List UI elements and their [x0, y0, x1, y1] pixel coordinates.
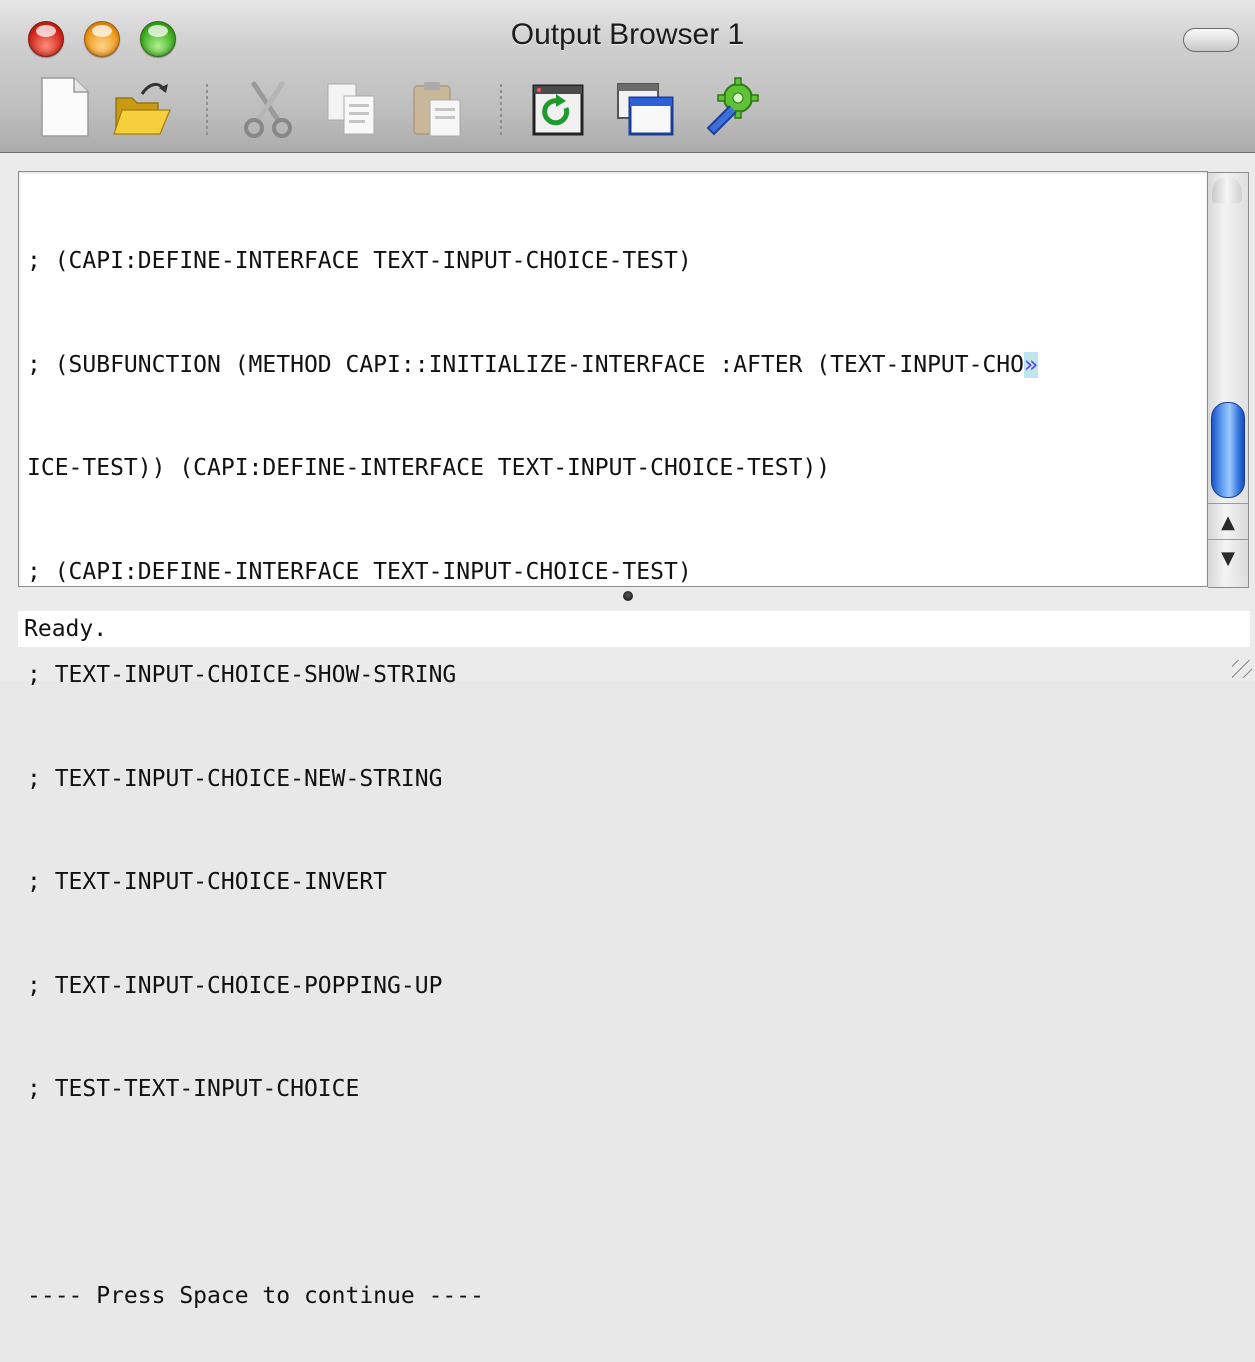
new-document-icon[interactable] [36, 76, 96, 142]
window-title: Output Browser 1 [510, 18, 745, 51]
windows-icon[interactable] [614, 76, 674, 142]
output-line: ; (SUBFUNCTION (METHOD CAPI::INITIALIZE-… [27, 348, 1203, 383]
paste-icon[interactable] [408, 76, 468, 142]
arrow-down-icon: ▼ [1221, 547, 1235, 569]
resize-grip-icon[interactable] [1232, 660, 1252, 678]
cut-scissors-icon[interactable] [238, 76, 298, 142]
preferences-gear-icon[interactable] [700, 76, 760, 142]
output-line: ---- Press Space to continue ---- [27, 1283, 484, 1309]
output-line: ; (CAPI:DEFINE-INTERFACE TEXT-INPUT-CHOI… [27, 248, 692, 274]
output-line-text: ; (SUBFUNCTION (METHOD CAPI::INITIALIZE-… [27, 351, 1024, 378]
scrollbar-thumb[interactable] [1211, 402, 1245, 498]
refresh-icon[interactable] [528, 76, 588, 142]
pane-splitter-handle[interactable] [623, 591, 633, 601]
copy-icon[interactable] [322, 76, 382, 142]
vertical-scrollbar[interactable]: ▲ ▼ [1208, 172, 1249, 588]
open-folder-icon[interactable] [112, 76, 172, 142]
line-wrap-marker: » [1024, 351, 1038, 378]
arrow-up-icon: ▲ [1221, 511, 1235, 533]
output-line: ; TEXT-INPUT-CHOICE-SHOW-STRING [27, 662, 457, 688]
output-line: ; (CAPI:DEFINE-INTERFACE TEXT-INPUT-CHOI… [27, 558, 692, 585]
output-line: ICE-TEST)) (CAPI:DEFINE-INTERFACE TEXT-I… [27, 455, 831, 481]
title-toolbar-area: Output Browser 1 [0, 0, 1255, 153]
output-line: ; TEXT-INPUT-CHOICE-NEW-STRING [27, 765, 443, 792]
status-bar: Ready. [18, 611, 1250, 647]
toolbar-separator [500, 84, 502, 136]
output-line: ; TEXT-INPUT-CHOICE-POPPING-UP [27, 972, 443, 999]
output-line: ; TEST-TEXT-INPUT-CHOICE [27, 1076, 360, 1102]
output-browser-window: Output Browser 1 ; (CAPI:DEFINE-INTERFAC… [0, 0, 1255, 1309]
output-text-area[interactable]: ; (CAPI:DEFINE-INTERFACE TEXT-INPUT-CHOI… [18, 171, 1208, 1309]
output-line: ; TEXT-INPUT-CHOICE-INVERT [27, 869, 388, 895]
scroll-down-button[interactable]: ▼ [1208, 539, 1248, 576]
output-lines: ; (CAPI:DEFINE-INTERFACE TEXT-INPUT-CHOI… [27, 175, 1203, 1362]
toolbar-toggle-button[interactable] [1183, 28, 1239, 52]
scrollbar-track-cap [1212, 177, 1242, 203]
scroll-up-button[interactable]: ▲ [1208, 503, 1248, 540]
toolbar-separator [206, 84, 208, 136]
